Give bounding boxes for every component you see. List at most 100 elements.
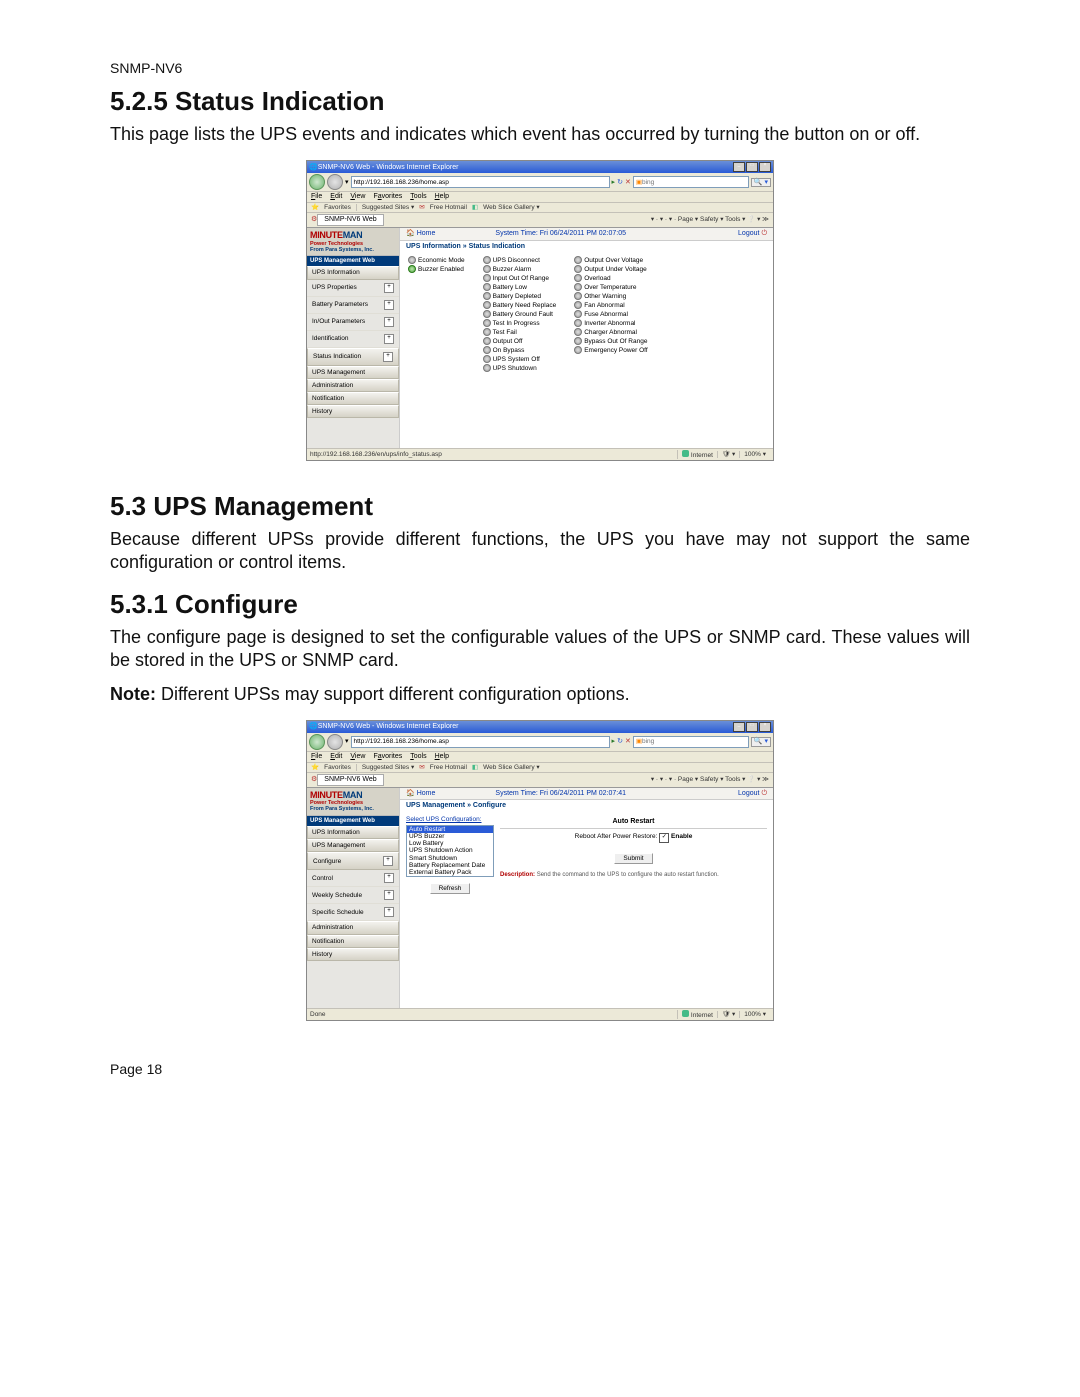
sidebar-item-properties[interactable]: UPS Properties+ [307, 280, 399, 297]
statusbar-zoom[interactable]: 100% ▾ [739, 451, 770, 458]
tab-snmp[interactable]: SNMP-NV6 Web [317, 774, 383, 786]
forward-button[interactable] [327, 174, 343, 190]
sidebar-cat-mgmt[interactable]: UPS Management [307, 366, 399, 379]
fav-hotmail[interactable]: ✉ [419, 204, 424, 211]
favorites-label[interactable]: ⭐ [311, 204, 319, 211]
fav-suggested[interactable]: Suggested Sites ▾ [362, 204, 414, 211]
sidebar-cat-info[interactable]: UPS Information [307, 266, 399, 279]
sidebar-cat-info[interactable]: UPS Information [307, 826, 399, 839]
home-link[interactable]: 🏠 Home [406, 790, 435, 798]
menu-fav[interactable]: Favorites [373, 753, 402, 761]
expand-icon[interactable]: + [384, 334, 394, 344]
config-option[interactable]: UPS Shutdown Action [407, 847, 493, 854]
sidebar-cat-admin[interactable]: Administration [307, 921, 399, 934]
stop-icon[interactable]: ✕ [625, 179, 631, 187]
logout-link[interactable]: Logout ⏻ [738, 230, 767, 238]
fav-webslice-text[interactable]: Web Slice Gallery ▾ [483, 764, 540, 771]
ie-toolbar-right[interactable]: ▾ · ▾ · ▾ · Page ▾ Safety ▾ Tools ▾ ❔ ▾ … [651, 216, 769, 223]
close-button[interactable]: × [759, 722, 771, 732]
stop-icon[interactable]: ✕ [625, 738, 631, 746]
minimize-button[interactable]: _ [733, 722, 745, 732]
address-bar[interactable]: http://192.168.168.236/home.asp [351, 736, 610, 748]
statusbar-zoom[interactable]: 100% ▾ [739, 1011, 770, 1018]
sidebar-cat-admin[interactable]: Administration [307, 379, 399, 392]
sidebar-item-battery[interactable]: Battery Parameters+ [307, 297, 399, 314]
dropdown-icon[interactable]: ▾ [345, 179, 349, 187]
refresh-icon[interactable]: ↻ [617, 179, 623, 187]
search-input[interactable]: ▣ bing [633, 736, 749, 748]
sidebar-item-weekly[interactable]: Weekly Schedule+ [307, 887, 399, 904]
config-option[interactable]: UPS Buzzer [407, 833, 493, 840]
sidebar-cat-notif[interactable]: Notification [307, 935, 399, 948]
forward-button[interactable] [327, 734, 343, 750]
expand-icon[interactable]: + [384, 873, 394, 883]
ie-toolbar-right[interactable]: ▾ · ▾ · ▾ · Page ▾ Safety ▾ Tools ▾ ❔ ▾ … [651, 776, 769, 783]
search-button[interactable]: 🔍 ▾ [751, 178, 771, 188]
home-link[interactable]: 🏠 Home [406, 230, 435, 238]
menu-edit[interactable]: Edit [330, 753, 342, 761]
back-button[interactable] [309, 174, 325, 190]
sidebar-item-specific[interactable]: Specific Schedule+ [307, 904, 399, 921]
fav-hotmail-text[interactable]: Free Hotmail [430, 764, 467, 771]
menu-tools[interactable]: Tools [410, 193, 426, 201]
favorites-label[interactable]: ⭐ [311, 764, 319, 771]
enable-checkbox[interactable]: ✓ [659, 833, 669, 843]
expand-icon[interactable]: + [384, 907, 394, 917]
expand-icon[interactable]: + [383, 856, 393, 866]
config-option[interactable]: Low Battery [407, 840, 493, 847]
sidebar-item-control[interactable]: Control+ [307, 870, 399, 887]
menu-file[interactable]: File [311, 193, 322, 201]
sidebar-cat-hist[interactable]: History [307, 948, 399, 961]
config-option[interactable]: Smart Shutdown [407, 855, 493, 862]
menu-help[interactable]: Help [435, 753, 449, 761]
search-input[interactable]: ▣ bing [633, 176, 749, 188]
menu-view[interactable]: View [350, 753, 365, 761]
menu-help[interactable]: Help [435, 193, 449, 201]
config-option[interactable]: External Battery Pack [407, 869, 493, 876]
maximize-button[interactable]: □ [746, 722, 758, 732]
expand-icon[interactable]: + [384, 300, 394, 310]
close-button[interactable]: × [759, 162, 771, 172]
sidebar-cat-mgmt[interactable]: UPS Management [307, 839, 399, 852]
fav-webslice[interactable]: ◧ [472, 764, 478, 771]
back-button[interactable] [309, 734, 325, 750]
menu-view[interactable]: View [350, 193, 365, 201]
expand-icon[interactable]: + [384, 317, 394, 327]
sidebar-item-status[interactable]: Status Indication+ [307, 348, 399, 366]
refresh-icon[interactable]: ↻ [617, 738, 623, 746]
logout-link[interactable]: Logout ⏻ [738, 790, 767, 798]
sidebar-cat-notif[interactable]: Notification [307, 392, 399, 405]
go-icon[interactable]: ▸ [612, 179, 616, 187]
menu-edit[interactable]: Edit [330, 193, 342, 201]
expand-icon[interactable]: + [384, 890, 394, 900]
config-option[interactable]: Battery Replacement Date [407, 862, 493, 869]
statusbar-protected: 🛡 ▾ [717, 1011, 739, 1018]
status-label: UPS Disconnect [493, 257, 540, 264]
submit-button[interactable]: Submit [614, 853, 652, 864]
menu-tools[interactable]: Tools [410, 753, 426, 761]
sidebar-cat-hist[interactable]: History [307, 405, 399, 418]
address-bar[interactable]: http://192.168.168.236/home.asp [351, 176, 610, 188]
sidebar-item-configure[interactable]: Configure+ [307, 852, 399, 870]
maximize-button[interactable]: □ [746, 162, 758, 172]
fav-hotmail-text[interactable]: Free Hotmail [430, 204, 467, 211]
refresh-button[interactable]: Refresh [430, 883, 471, 894]
sidebar-item-inout[interactable]: In/Out Parameters+ [307, 314, 399, 331]
fav-hotmail[interactable]: ✉ [419, 764, 424, 771]
tab-snmp[interactable]: SNMP-NV6 Web [317, 214, 383, 226]
search-button[interactable]: 🔍 ▾ [751, 737, 771, 747]
config-select-list[interactable]: Auto RestartUPS BuzzerLow BatteryUPS Shu… [406, 825, 494, 877]
note-text: Different UPSs may support different con… [156, 684, 630, 704]
fav-webslice-text[interactable]: Web Slice Gallery ▾ [483, 204, 540, 211]
fav-suggested[interactable]: Suggested Sites ▾ [362, 764, 414, 771]
go-icon[interactable]: ▸ [612, 738, 616, 746]
dropdown-icon[interactable]: ▾ [345, 738, 349, 746]
expand-icon[interactable]: + [384, 283, 394, 293]
minimize-button[interactable]: _ [733, 162, 745, 172]
sidebar-item-ident[interactable]: Identification+ [307, 331, 399, 348]
fav-webslice[interactable]: ◧ [472, 204, 478, 211]
config-option[interactable]: Auto Restart [407, 826, 493, 833]
menu-fav[interactable]: Favorites [373, 193, 402, 201]
expand-icon[interactable]: + [383, 352, 393, 362]
menu-file[interactable]: File [311, 753, 322, 761]
